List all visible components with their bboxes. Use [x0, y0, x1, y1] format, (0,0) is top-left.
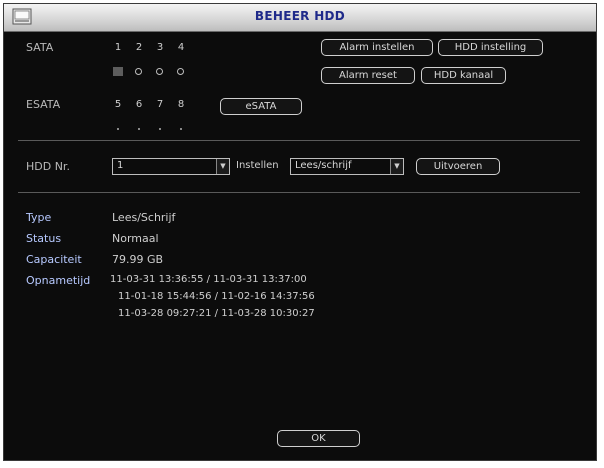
- instellen-select[interactable]: Lees/schrijf ▼: [290, 158, 404, 175]
- hdd-nr-value: 1: [117, 160, 124, 171]
- sata-2-status-circle[interactable]: [135, 68, 142, 75]
- esata-port-6: 6: [135, 99, 143, 110]
- chevron-down-icon[interactable]: ▼: [216, 159, 229, 174]
- capaciteit-value: 79.99 GB: [112, 253, 164, 266]
- record-time-row: 11-03-28 09:27:21 / 11-03-28 10:30:27: [118, 308, 315, 319]
- hdd-kanaal-button[interactable]: HDD kanaal: [421, 67, 506, 84]
- window-title: BEHEER HDD: [254, 9, 346, 23]
- esata-5-status-dot: [117, 128, 119, 130]
- esata-port-5: 5: [114, 99, 122, 110]
- sata-1-disk-indicator[interactable]: [113, 67, 123, 76]
- esata-port-8: 8: [177, 99, 185, 110]
- hdd-nr-select[interactable]: 1 ▼: [112, 158, 230, 175]
- sata-port-3: 3: [156, 42, 164, 53]
- alarm-reset-button[interactable]: Alarm reset: [321, 67, 415, 84]
- opnametijd-label: Opnametijd: [26, 274, 91, 287]
- hdd-instelling-button[interactable]: HDD instelling: [438, 39, 543, 56]
- esata-label: ESATA: [26, 98, 61, 111]
- type-label: Type: [26, 211, 52, 224]
- hdd-management-window: BEHEER HDD SATA 1 2 3 4 ESATA 5 6 7 8 eS…: [3, 3, 597, 461]
- type-value: Lees/Schrijf: [112, 211, 176, 224]
- esata-7-status-dot: [159, 128, 161, 130]
- sata-4-status-circle[interactable]: [177, 68, 184, 75]
- instellen-label: Instellen: [236, 160, 279, 171]
- uitvoeren-button[interactable]: Uitvoeren: [416, 158, 500, 175]
- capaciteit-label: Capaciteit: [26, 253, 82, 266]
- hdd-nr-label: HDD Nr.: [26, 160, 70, 173]
- sata-port-4: 4: [177, 42, 185, 53]
- ok-button[interactable]: OK: [277, 430, 360, 447]
- divider: [18, 192, 580, 193]
- alarm-instellen-button[interactable]: Alarm instellen: [321, 39, 433, 56]
- esata-8-status-dot: [180, 128, 182, 130]
- title-bar: BEHEER HDD: [4, 4, 596, 32]
- sata-label: SATA: [26, 41, 54, 54]
- record-time-row: 11-03-31 13:36:55 / 11-03-31 13:37:00: [110, 274, 307, 285]
- sata-port-1: 1: [114, 42, 122, 53]
- record-time-row: 11-01-18 15:44:56 / 11-02-16 14:37:56: [118, 291, 315, 302]
- esata-6-status-dot: [138, 128, 140, 130]
- esata-port-7: 7: [156, 99, 164, 110]
- chevron-down-icon[interactable]: ▼: [390, 159, 403, 174]
- divider: [18, 140, 580, 141]
- esata-button[interactable]: eSATA: [220, 98, 302, 115]
- instellen-value: Lees/schrijf: [295, 160, 352, 171]
- status-value: Normaal: [112, 232, 159, 245]
- sata-port-2: 2: [135, 42, 143, 53]
- sata-3-status-circle[interactable]: [156, 68, 163, 75]
- status-label: Status: [26, 232, 62, 245]
